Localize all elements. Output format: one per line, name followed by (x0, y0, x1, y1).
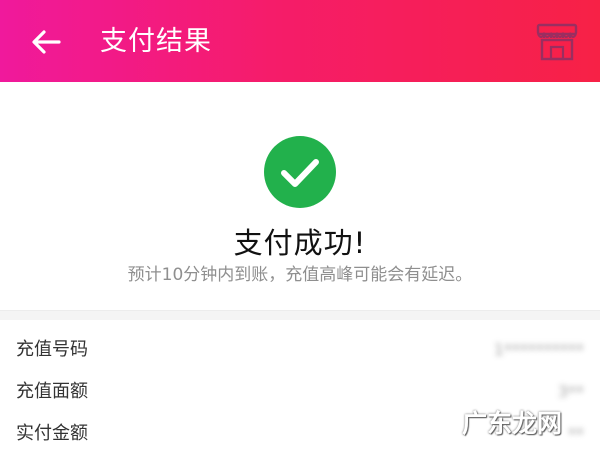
store-button[interactable] (533, 20, 581, 64)
result-title: 支付成功! (233, 226, 367, 260)
detail-value: ** (568, 424, 584, 443)
detail-value: 3** (557, 382, 584, 401)
checkmark-circle-icon (264, 136, 336, 208)
back-button[interactable] (26, 22, 66, 62)
result-note: 预计10分钟内到账，充值高峰可能会有延迟。 (127, 265, 473, 285)
payment-result-screen: 支付结果 支付成功! 预计10分钟内到账，充值高峰可能会有延迟。 充值号码 1*… (0, 0, 600, 457)
detail-label: 实付金额 (16, 423, 88, 444)
store-icon (536, 23, 578, 61)
section-divider (0, 310, 600, 320)
detail-row-phone: 充值号码 1********** (0, 330, 600, 370)
detail-value: 1********** (493, 340, 584, 359)
detail-row-denomination: 充值面额 3** (0, 372, 600, 412)
watermark: 广东龙网 (462, 409, 563, 438)
result-section: 支付成功! 预计10分钟内到账，充值高峰可能会有延迟。 (0, 82, 600, 310)
detail-label: 充值号码 (16, 339, 88, 360)
header-bar: 支付结果 (0, 0, 600, 82)
arrow-left-icon (32, 30, 61, 54)
page-title: 支付结果 (100, 26, 212, 57)
detail-label: 充值面额 (16, 381, 88, 402)
